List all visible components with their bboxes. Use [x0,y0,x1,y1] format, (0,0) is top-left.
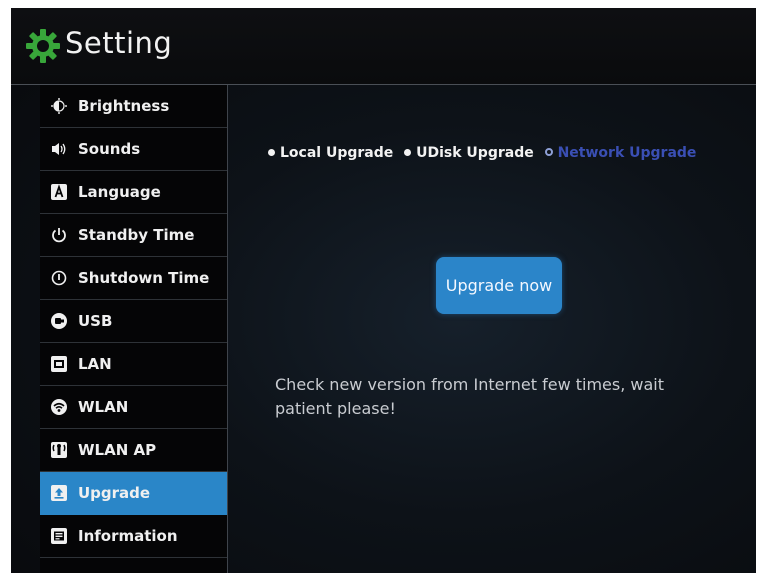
power-icon [52,228,66,243]
header-bar: Setting [11,8,756,84]
tab-network-upgrade[interactable]: Network Upgrade [544,145,696,161]
sidebar-item-label: Upgrade [78,484,151,502]
sidebar-item-wlan-ap[interactable]: WLAN AP [40,429,227,472]
sidebar-item-sounds[interactable]: Sounds [40,128,227,171]
status-message: Check new version from Internet few time… [275,375,664,418]
information-icon [51,528,67,544]
sidebar-item-label: Language [78,183,161,201]
sidebar-item-brightness[interactable]: Brightness [40,85,227,128]
sidebar-item-upgrade[interactable]: Upgrade [40,472,227,515]
sidebar-item-label: LAN [78,355,112,373]
sidebar-item-label: Brightness [78,97,170,115]
sidebar-item-information[interactable]: Information [40,515,227,558]
page-title: Setting [65,26,173,60]
sidebar-item-language[interactable]: Language [40,171,227,214]
sidebar-item-label: Standby Time [78,226,195,244]
wifi-icon [51,399,67,415]
sidebar-item-label: WLAN AP [78,441,157,459]
tab-local-upgrade[interactable]: Local Upgrade [268,145,393,161]
upgrade-now-button[interactable]: Upgrade now [436,257,562,314]
sidebar-item-label: Information [78,527,178,545]
lan-icon [51,356,67,372]
language-icon [51,184,67,200]
sidebar-divider [227,85,228,573]
sidebar-item-shutdown-time[interactable]: Shutdown Time [40,257,227,300]
sidebar-item-label: WLAN [78,398,129,416]
upgrade-icon [51,485,67,501]
speaker-icon [52,143,66,155]
sidebar: Brightness Sounds Language Standby Time [40,85,227,573]
radio-selected-icon [544,148,553,156]
tab-udisk-upgrade[interactable]: UDisk Upgrade [404,145,534,161]
sidebar-item-wlan[interactable]: WLAN [40,386,227,429]
settings-screen: Setting Brightness Sounds Language Stand… [11,8,756,573]
usb-icon [51,313,67,329]
upgrade-tabs: Local Upgrade UDisk Upgrade Network Upgr… [268,145,702,167]
sidebar-item-label: USB [78,312,113,330]
bullet-icon [404,148,412,156]
bullet-icon [268,148,275,156]
shutdown-icon [51,270,67,286]
sidebar-item-usb[interactable]: USB [40,300,227,343]
gear-icon [26,29,60,63]
sidebar-item-label: Sounds [78,140,141,158]
access-point-icon [51,442,67,458]
sidebar-item-lan[interactable]: LAN [40,343,227,386]
sidebar-item-standby-time[interactable]: Standby Time [40,214,227,257]
brightness-icon [51,98,67,114]
sidebar-item-label: Shutdown Time [78,269,210,287]
